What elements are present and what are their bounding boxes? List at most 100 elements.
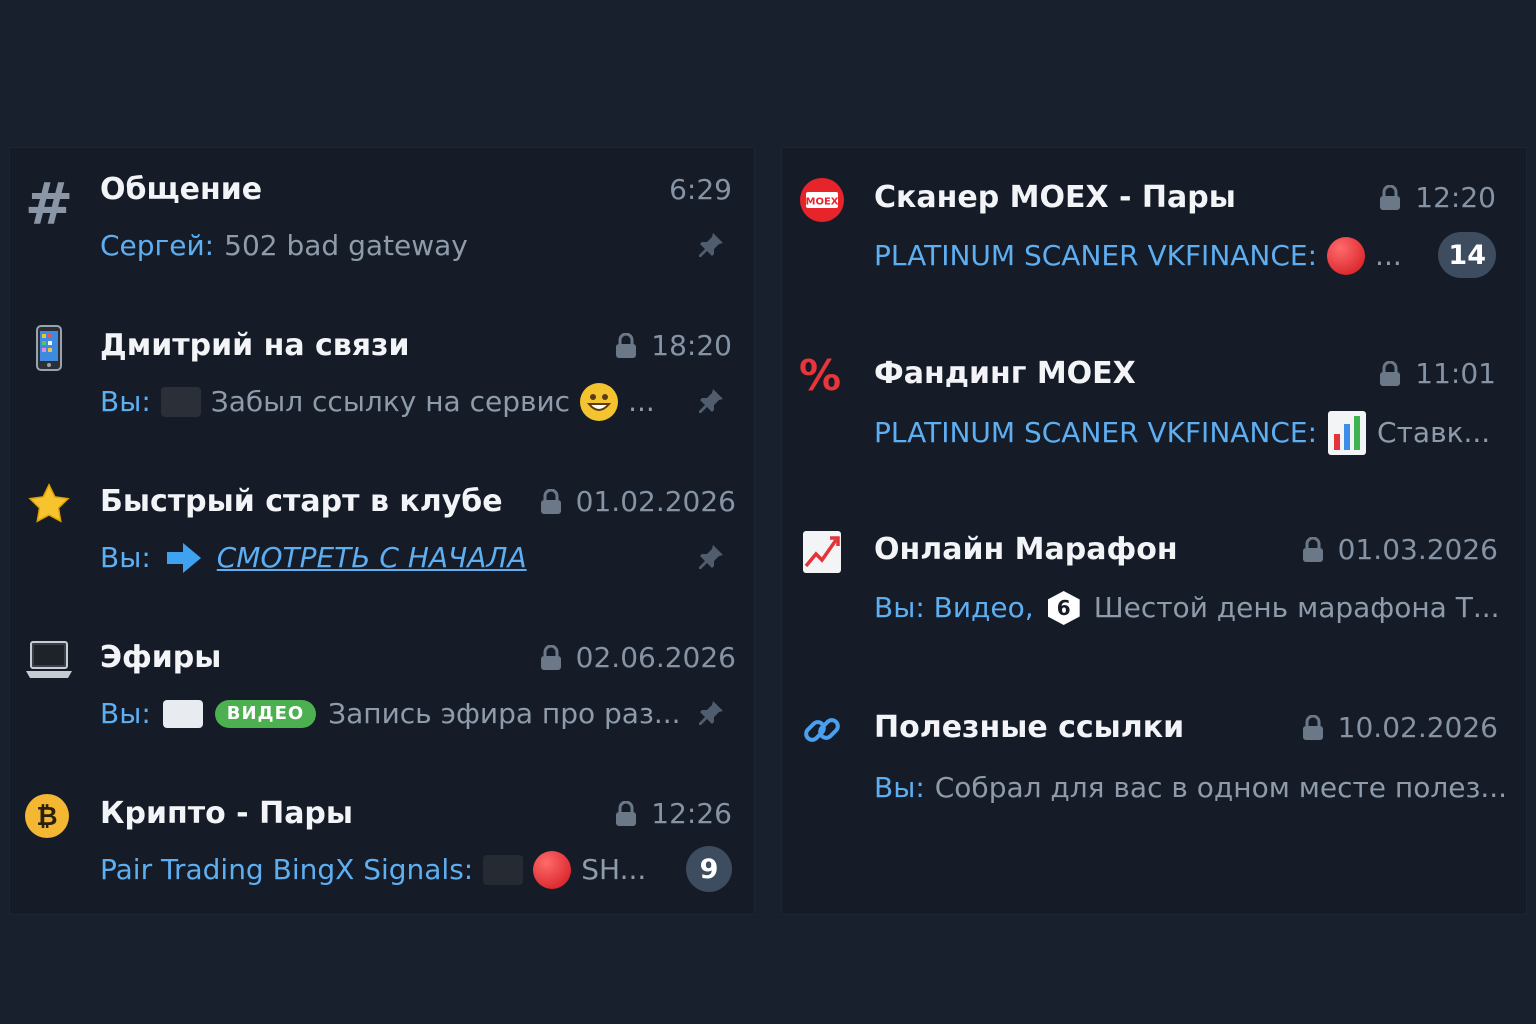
chat-time: 02.06.2026 — [540, 638, 736, 678]
lock-icon — [615, 333, 637, 359]
chat-time: 01.02.2026 — [540, 482, 736, 522]
lock-icon — [1302, 715, 1324, 741]
lock-icon — [1302, 537, 1324, 563]
chat-list-left: # Общение 6:29 Сергей: 502 bad gateway Д… — [9, 147, 755, 915]
chat-item-onlayn-marafon[interactable]: Онлайн Марафон 01.03.2026 Вы: Видео, 6 Ш… — [782, 524, 1526, 634]
lock-icon — [615, 801, 637, 827]
chat-item-efiry[interactable]: Эфиры 02.06.2026 Вы: ВИДЕО Запись эфира … — [10, 630, 754, 740]
number-badge-icon: 6 — [1047, 591, 1080, 625]
chat-time: 11:01 — [1379, 354, 1496, 394]
preview-sender: Вы: — [100, 541, 151, 574]
red-circle-icon — [1327, 237, 1366, 275]
chat-title: Быстрый старт в клубе — [100, 484, 503, 519]
preview-sender: Вы: Видео, — [874, 591, 1034, 624]
preview-sender: PLATINUM SCANER VKFINANCE: — [874, 416, 1318, 449]
preview-text: 502 bad gateway — [224, 229, 468, 262]
chat-title: Фандинг MOEX — [874, 356, 1136, 391]
chat-list-right: MOEX Сканер MOEX - Пары 12:20 PLATINUM S… — [781, 147, 1527, 915]
preview-text: Собрал для вас в одном месте полез... — [934, 771, 1508, 804]
preview-sender: Pair Trading BingX Signals: — [100, 853, 474, 886]
lock-icon — [1379, 361, 1401, 387]
chat-time-text: 12:26 — [651, 797, 732, 830]
chat-time: 01.03.2026 — [1302, 530, 1498, 570]
bar-chart-icon — [1328, 411, 1367, 455]
chat-time: 12:20 — [1379, 178, 1496, 218]
chat-item-kripto-pary[interactable]: ₿ Крипто - Пары 12:26 Pair Trading BingX… — [10, 786, 754, 896]
preview-ellipsis: ... — [628, 385, 655, 418]
preview-text: Запись эфира про раз... — [328, 697, 681, 730]
chat-time: 18:20 — [615, 326, 732, 366]
chat-title: Дмитрий на связи — [100, 328, 410, 363]
moex-logo-icon: MOEX — [798, 176, 846, 224]
chart-up-icon — [798, 528, 846, 576]
video-thumbnail-icon — [162, 700, 203, 728]
lock-icon — [540, 489, 562, 515]
link-icon — [798, 706, 846, 754]
preview-sender: PLATINUM SCANER VKFINANCE: — [874, 239, 1318, 272]
chart-thumbnail-icon — [483, 855, 524, 885]
preview-sender: Вы: — [100, 697, 151, 730]
red-circle-icon — [533, 851, 572, 889]
lock-icon — [540, 645, 562, 671]
arrow-right-icon — [166, 543, 201, 573]
chat-time-text: 02.06.2026 — [575, 641, 736, 674]
preview-text: SH... — [581, 853, 647, 886]
grin-emoji-icon — [580, 383, 619, 421]
chat-title: Полезные ссылки — [874, 710, 1185, 745]
chat-item-skaner-moex[interactable]: MOEX Сканер MOEX - Пары 12:20 PLATINUM S… — [782, 172, 1526, 282]
svg-text:₿: ₿ — [36, 802, 57, 832]
chat-preview: Вы: Видео, 6 Шестой день марафона Т... — [874, 588, 1500, 628]
chat-preview: PLATINUM SCANER VKFINANCE: Ставк... — [874, 410, 1490, 456]
preview-link[interactable]: СМОТРЕТЬ С НАЧАЛА — [217, 538, 527, 578]
percent-icon: % — [798, 351, 842, 400]
chat-preview: PLATINUM SCANER VKFINANCE: ... — [874, 236, 1402, 276]
chat-title: Эфиры — [100, 640, 222, 675]
pin-icon — [696, 386, 726, 416]
chat-time-text: 18:20 — [651, 329, 732, 362]
thumbnail-icon — [160, 387, 201, 417]
chat-preview: Вы: Собрал для вас в одном месте полез..… — [874, 768, 1507, 808]
preview-sender: Вы: — [100, 385, 151, 418]
video-tag: ВИДЕО — [214, 700, 317, 728]
svg-text:MOEX: MOEX — [806, 197, 839, 208]
chat-time-text: 6:29 — [669, 173, 732, 206]
chat-preview: Сергей: 502 bad gateway — [100, 226, 468, 266]
preview-text: ... — [1375, 239, 1402, 272]
unread-badge: 14 — [1438, 232, 1496, 278]
pin-icon — [696, 230, 726, 260]
chat-title: Общение — [100, 172, 263, 207]
chat-preview: Pair Trading BingX Signals: SH... — [100, 850, 646, 890]
chat-item-bystryy-start[interactable]: Быстрый старт в клубе 01.02.2026 Вы: СМО… — [10, 474, 754, 584]
chat-item-obshchenie[interactable]: # Общение 6:29 Сергей: 502 bad gateway — [10, 162, 754, 272]
chat-title: Онлайн Марафон — [874, 532, 1178, 567]
unread-badge: 9 — [686, 846, 732, 892]
chat-preview: Вы: СМОТРЕТЬ С НАЧАЛА — [100, 538, 527, 578]
preview-sender: Вы: — [874, 771, 925, 804]
laptop-icon — [25, 636, 73, 684]
lock-icon — [1379, 185, 1401, 211]
preview-text: Забыл ссылку на сервис — [210, 385, 571, 418]
hash-icon: # — [24, 170, 74, 238]
chat-time: 12:26 — [615, 794, 732, 834]
chat-time-text: 01.02.2026 — [575, 485, 736, 518]
chat-time-text: 11:01 — [1415, 357, 1496, 390]
chat-item-poleznye-ssylki[interactable]: Полезные ссылки 10.02.2026 Вы: Собрал дл… — [782, 702, 1526, 812]
chat-preview: Вы: Забыл ссылку на сервис ... — [100, 382, 655, 422]
chat-item-fanding-moex[interactable]: % Фандинг MOEX 11:01 PLATINUM SCANER VKF… — [782, 348, 1526, 458]
chat-item-dmitriy[interactable]: Дмитрий на связи 18:20 Вы: Забыл ссылку … — [10, 318, 754, 428]
star-icon — [25, 480, 73, 528]
preview-text: Шестой день марафона Т... — [1093, 591, 1500, 624]
chat-preview: Вы: ВИДЕО Запись эфира про раз... — [100, 694, 681, 734]
phone-icon — [25, 324, 73, 372]
chat-title: Крипто - Пары — [100, 796, 354, 831]
chat-time: 6:29 — [669, 170, 732, 210]
chat-time: 10.02.2026 — [1302, 708, 1498, 748]
bitcoin-icon: ₿ — [23, 792, 71, 840]
pin-icon — [696, 698, 726, 728]
preview-sender: Сергей: — [100, 229, 215, 262]
chat-time-text: 12:20 — [1415, 181, 1496, 214]
pin-icon — [696, 542, 726, 572]
chat-time-text: 01.03.2026 — [1337, 533, 1498, 566]
chat-title: Сканер MOEX - Пары — [874, 180, 1236, 215]
preview-text: Ставк... — [1377, 416, 1491, 449]
